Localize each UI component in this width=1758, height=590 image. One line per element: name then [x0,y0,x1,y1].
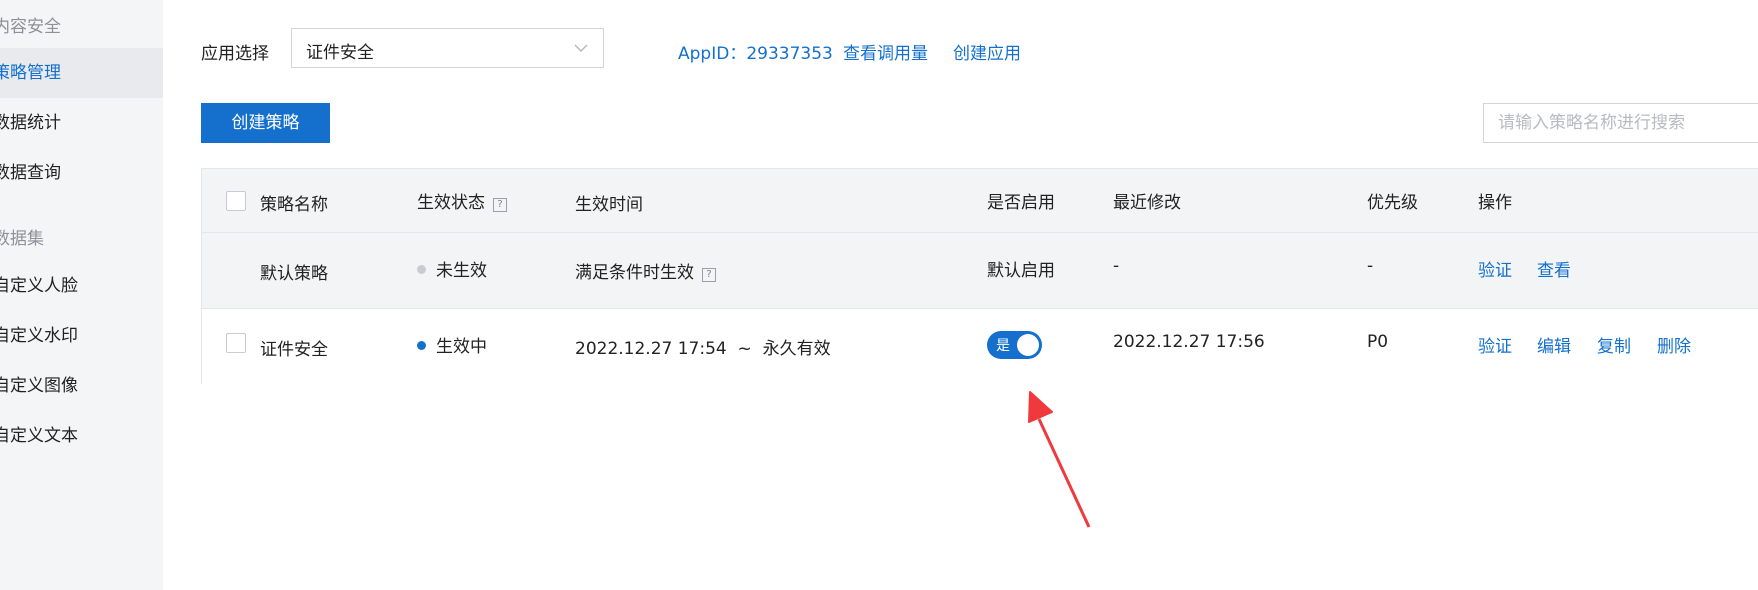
last-modified: - [1113,256,1120,276]
create-strategy-button[interactable]: 创建策略 [201,103,330,143]
enable-toggle[interactable]: 是 [987,331,1042,359]
sidebar-item-data-query[interactable]: 数据查询 [0,148,163,198]
verify-link[interactable]: 验证 [1478,332,1512,357]
table-row: 证件安全 生效中 2022.12.27 17:54 ~ 永久有效 是 2022.… [202,309,1758,385]
verify-link[interactable]: 验证 [1478,256,1512,281]
sidebar-item-custom-text[interactable]: 自定义文本 [0,411,163,461]
header-effective-time: 生效时间 [575,195,643,215]
app-select-dropdown[interactable]: 证件安全 [291,28,604,68]
chevron-down-icon [574,44,588,52]
header-enabled: 是否启用 [987,193,1055,213]
delete-link[interactable]: 删除 [1657,332,1691,357]
priority: P0 [1367,332,1389,352]
view-link[interactable]: 查看 [1537,256,1571,281]
sidebar-item-label: 自定义图像 [0,376,78,396]
sidebar: 内容安全 策略管理 数据统计 数据查询 数据集 自定义人脸 自定义水印 自定义图… [0,0,163,590]
status-dot-icon [417,341,426,350]
app-select-label: 应用选择 [201,44,269,64]
sidebar-group-content-security: 内容安全 [0,17,61,37]
header-actions: 操作 [1478,193,1512,213]
select-all-checkbox[interactable] [226,191,246,211]
table-header: 策略名称 生效状态? 生效时间 是否启用 最近修改 优先级 操作 [202,169,1758,233]
status-badge: 未生效 [417,256,487,281]
sidebar-item-strategy-management[interactable]: 策略管理 [0,48,163,98]
appid-display: AppID：29337353 [678,39,833,64]
sidebar-item-custom-watermark[interactable]: 自定义水印 [0,311,163,361]
status-text: 未生效 [436,261,487,281]
strategy-name: 默认策略 [260,264,328,284]
sidebar-item-label: 自定义水印 [0,326,78,346]
sidebar-item-label: 数据查询 [0,163,61,183]
question-icon[interactable]: ? [702,268,716,282]
sidebar-item-label: 自定义人脸 [0,276,78,296]
sidebar-item-label: 自定义文本 [0,426,78,446]
last-modified: 2022.12.27 17:56 [1113,332,1265,352]
header-last-modified: 最近修改 [1113,193,1181,213]
sidebar-item-data-statistics[interactable]: 数据统计 [0,98,163,148]
sidebar-item-label: 数据统计 [0,113,61,133]
header-status-label: 生效状态 [417,193,485,213]
view-usage-link[interactable]: 查看调用量 [843,39,928,64]
status-dot-icon [417,265,426,274]
search-input[interactable] [1483,103,1758,143]
question-icon[interactable]: ? [493,198,507,212]
enabled-text: 默认启用 [987,261,1055,281]
effective-time: 满足条件时生效? [575,258,716,283]
row-checkbox[interactable] [226,333,246,353]
edit-link[interactable]: 编辑 [1537,332,1571,357]
strategy-table: 策略名称 生效状态? 生效时间 是否启用 最近修改 优先级 操作 默认策略 未生… [201,168,1758,385]
toggle-knob [1017,334,1039,356]
status-text: 生效中 [436,337,487,357]
header-priority: 优先级 [1367,193,1418,213]
app-select-value: 证件安全 [306,43,374,63]
status-badge: 生效中 [417,332,487,357]
appid-label: AppID： [678,44,747,64]
sidebar-item-custom-face[interactable]: 自定义人脸 [0,261,163,311]
effective-time-text: 2022.12.27 17:54 ~ 永久有效 [575,339,831,359]
copy-link[interactable]: 复制 [1597,332,1631,357]
header-status: 生效状态? [417,188,507,213]
priority: - [1367,256,1374,276]
main-content: 应用选择 证件安全 AppID：29337353 查看调用量 创建应用 创建策略… [163,0,1758,590]
appid-value: 29337353 [746,44,833,64]
table-row: 默认策略 未生效 满足条件时生效? 默认启用 - - 验证 查看 [202,233,1758,309]
strategy-name: 证件安全 [260,340,328,360]
toggle-label: 是 [996,338,1010,354]
header-strategy-name: 策略名称 [260,195,328,215]
sidebar-group-datasets: 数据集 [0,229,44,249]
sidebar-item-custom-image[interactable]: 自定义图像 [0,361,163,411]
effective-time-text: 满足条件时生效 [575,263,694,283]
sidebar-item-label: 策略管理 [0,63,61,83]
create-app-link[interactable]: 创建应用 [953,39,1021,64]
